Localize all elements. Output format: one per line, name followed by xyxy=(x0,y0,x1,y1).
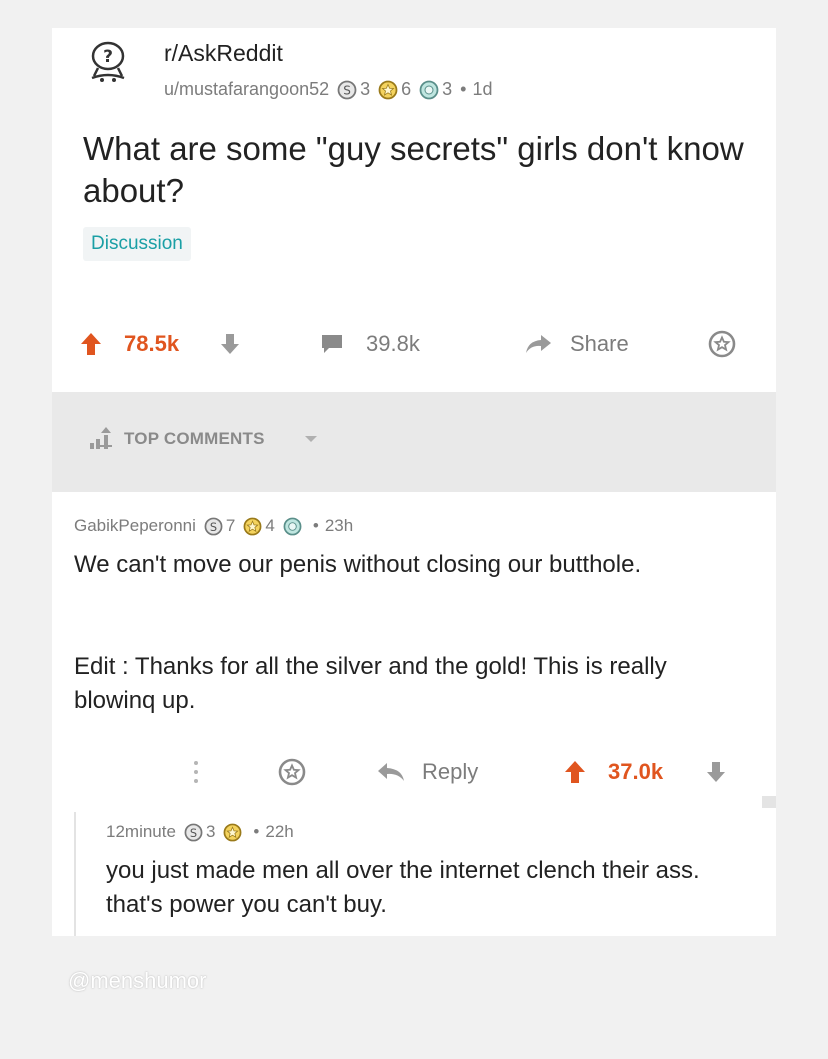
post-card: ? r/AskReddit u/mustafarangoon52 S 3 6 3… xyxy=(52,28,776,936)
reply-meta: 12minute S 3 • 22h xyxy=(106,822,294,842)
subreddit-name[interactable]: r/AskReddit xyxy=(164,40,283,67)
post-flair[interactable]: Discussion xyxy=(83,227,191,261)
gold-award: 4 xyxy=(243,516,275,536)
reply-thread-line[interactable] xyxy=(74,812,76,936)
reply-icon xyxy=(378,763,404,781)
upvote-icon xyxy=(81,333,101,355)
platinum-award-count: 3 xyxy=(442,79,453,99)
save-icon xyxy=(278,758,306,786)
scrollbar-handle[interactable] xyxy=(762,796,776,808)
gold-award-icon xyxy=(378,80,398,99)
sort-icon xyxy=(90,427,112,449)
silver-award: S 3 xyxy=(337,79,370,100)
meta-separator: • xyxy=(253,822,260,841)
reply-author[interactable]: 12minute xyxy=(106,822,176,842)
sort-label: TOP COMMENTS xyxy=(124,429,265,448)
svg-text:S: S xyxy=(190,825,197,839)
silver-award-icon: S xyxy=(184,823,203,841)
meta-separator: • xyxy=(460,79,467,99)
comment-body-line2: Edit : Thanks for all the silver and the… xyxy=(74,653,667,714)
comment-body-line1: We can't move our penis without closing … xyxy=(74,551,642,578)
comment-downvote-button[interactable] xyxy=(706,752,726,792)
reply-age: 22h xyxy=(265,822,294,841)
post-action-bar: 78.5k 39.8k Share xyxy=(52,324,776,364)
gold-award-count: 6 xyxy=(401,79,412,99)
save-button[interactable] xyxy=(708,324,736,364)
comment-meta: GabikPeperonni S 7 4 • 23h xyxy=(74,516,353,536)
post-meta: u/mustafarangoon52 S 3 6 3 • 1d xyxy=(164,79,493,100)
downvote-icon xyxy=(221,334,239,354)
reply-label: Reply xyxy=(422,759,479,784)
gold-award xyxy=(223,823,245,842)
subreddit-avatar-icon[interactable]: ? xyxy=(84,38,132,86)
gold-award: 6 xyxy=(378,79,411,100)
svg-text:S: S xyxy=(210,519,217,533)
gold-award-count: 4 xyxy=(265,516,275,535)
comments-count: 39.8k xyxy=(366,331,420,356)
downvote-button[interactable] xyxy=(220,324,240,364)
post-score: 78.5k xyxy=(124,331,180,356)
post-title[interactable]: What are some "guy secrets" girls don't … xyxy=(83,128,763,212)
share-label: Share xyxy=(570,331,629,356)
share-icon xyxy=(526,335,551,353)
silver-award-icon: S xyxy=(337,80,357,99)
post-header: ? r/AskReddit u/mustafarangoon52 S 3 6 3… xyxy=(52,28,776,392)
reply-body: you just made men all over the internet … xyxy=(106,857,700,918)
watermark: @menshumor xyxy=(68,968,207,993)
platinum-award xyxy=(283,517,305,536)
platinum-award-icon xyxy=(283,517,302,535)
comments-button[interactable]: 39.8k xyxy=(320,324,420,364)
more-button[interactable] xyxy=(192,752,200,792)
silver-award: S 7 xyxy=(204,516,235,536)
comment-author[interactable]: GabikPeperonni xyxy=(74,516,196,536)
downvote-icon xyxy=(707,762,725,782)
silver-award-count: 3 xyxy=(360,79,371,99)
svg-text:S: S xyxy=(343,83,351,97)
gold-award-icon xyxy=(223,823,242,841)
upvote-icon xyxy=(565,761,585,783)
reply-button[interactable]: Reply xyxy=(376,752,478,792)
comment-score: 37.0k xyxy=(608,759,664,784)
comment-sort-bar[interactable]: TOP COMMENTS xyxy=(52,392,776,492)
comment-upvote-button[interactable] xyxy=(564,752,586,792)
share-button[interactable]: Share xyxy=(524,324,629,364)
comment-age: 23h xyxy=(324,516,354,535)
svg-text:?: ? xyxy=(103,47,113,67)
comment-save-button[interactable] xyxy=(278,752,306,792)
meta-separator: • xyxy=(312,516,319,535)
comment-icon xyxy=(322,335,342,353)
comment-action-bar: Reply 37.0k xyxy=(52,752,776,792)
save-icon xyxy=(708,330,736,358)
platinum-award-icon xyxy=(419,80,439,99)
silver-award-count: 7 xyxy=(225,516,236,535)
silver-award: S 3 xyxy=(184,822,215,842)
more-icon xyxy=(194,761,198,783)
gold-award-icon xyxy=(243,517,262,535)
silver-award-icon: S xyxy=(204,517,223,535)
post-age: 1d xyxy=(472,79,493,99)
post-author[interactable]: u/mustafarangoon52 xyxy=(164,79,329,100)
chevron-down-icon xyxy=(305,436,317,442)
upvote-button[interactable] xyxy=(80,324,102,364)
silver-award-count: 3 xyxy=(205,822,216,841)
platinum-award: 3 xyxy=(419,79,452,100)
